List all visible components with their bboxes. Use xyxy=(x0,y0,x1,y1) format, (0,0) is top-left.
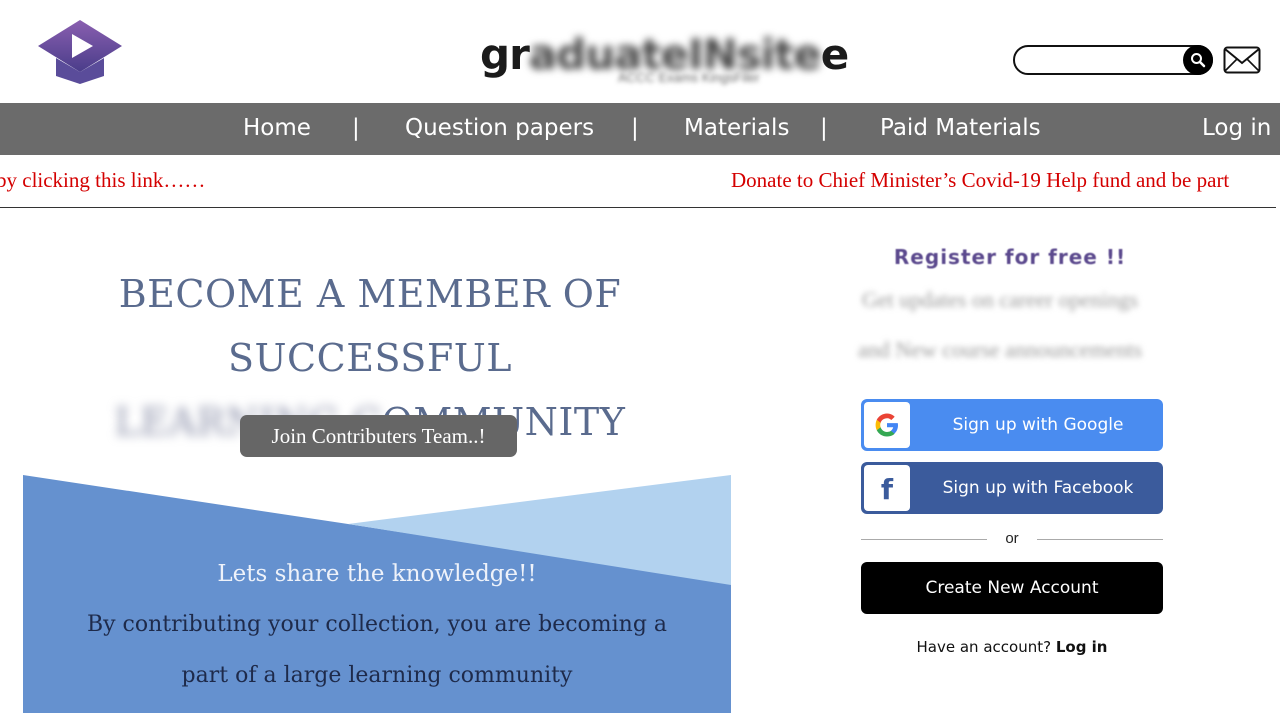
announcement-marquee: by clicking this link…… Donate to Chief … xyxy=(0,156,1280,206)
search-icon xyxy=(1191,53,1206,68)
brand-logo[interactable]: graduateINsitee ACCC Exams KingsFiler xyxy=(478,30,849,90)
or-divider: or xyxy=(861,528,1163,550)
search-box xyxy=(1013,45,1213,75)
create-account-button[interactable]: Create New Account xyxy=(861,562,1163,614)
graduation-cap-logo-icon xyxy=(38,20,122,84)
site-logo[interactable] xyxy=(36,18,124,86)
facebook-signup-label: Sign up with Facebook xyxy=(942,478,1134,498)
hero-title-line1: BECOME A MEMBER OF SUCCESSFUL xyxy=(118,272,622,380)
join-contributors-button[interactable]: Join Contributers Team..! xyxy=(240,415,517,457)
svg-text:f: f xyxy=(881,473,894,506)
have-account-text: Have an account? Log in xyxy=(861,638,1163,656)
mail-icon xyxy=(1223,46,1261,74)
nav-separator: | xyxy=(352,115,360,141)
google-signup-button[interactable]: Sign up with Google xyxy=(861,399,1163,451)
hero-share-line: Lets share the knowledge!! xyxy=(217,561,537,587)
register-subtitle-1: Get updates on career openings xyxy=(861,287,1139,312)
mail-button[interactable] xyxy=(1223,46,1261,74)
search-input[interactable] xyxy=(1023,50,1177,72)
nav-item-home[interactable]: Home xyxy=(243,103,311,155)
hero-body-line1: By contributing your collection, you are… xyxy=(86,612,668,637)
login-link[interactable]: Log in xyxy=(1056,638,1108,656)
brand-subtitle: ACCC Exams KingsFiler xyxy=(618,70,760,85)
facebook-signup-button[interactable]: f Sign up with Facebook xyxy=(861,462,1163,514)
marquee-text-right[interactable]: Donate to Chief Minister’s Covid-19 Help… xyxy=(731,168,1229,193)
nav-login-link[interactable]: Log in xyxy=(1202,103,1271,155)
nav-separator: | xyxy=(631,115,639,141)
nav-item-materials[interactable]: Materials xyxy=(684,103,789,155)
register-title: Register for free !! xyxy=(893,245,1127,269)
marquee-text-left[interactable]: by clicking this link…… xyxy=(0,168,205,193)
facebook-icon: f xyxy=(864,465,910,511)
nav-separator: | xyxy=(820,115,828,141)
main-nav: Home | Question papers | Materials | Pai… xyxy=(0,103,1280,155)
nav-item-paid-materials[interactable]: Paid Materials xyxy=(880,103,1041,155)
have-account-label: Have an account? xyxy=(916,638,1052,656)
search-button[interactable] xyxy=(1183,45,1213,75)
nav-item-question-papers[interactable]: Question papers xyxy=(405,103,594,155)
register-subtitle-2: and New course announcements xyxy=(857,337,1143,362)
divider xyxy=(0,207,1276,208)
hero-body-line2: part of a large learning community xyxy=(181,663,573,688)
google-icon xyxy=(864,402,910,448)
google-signup-label: Sign up with Google xyxy=(952,415,1124,435)
